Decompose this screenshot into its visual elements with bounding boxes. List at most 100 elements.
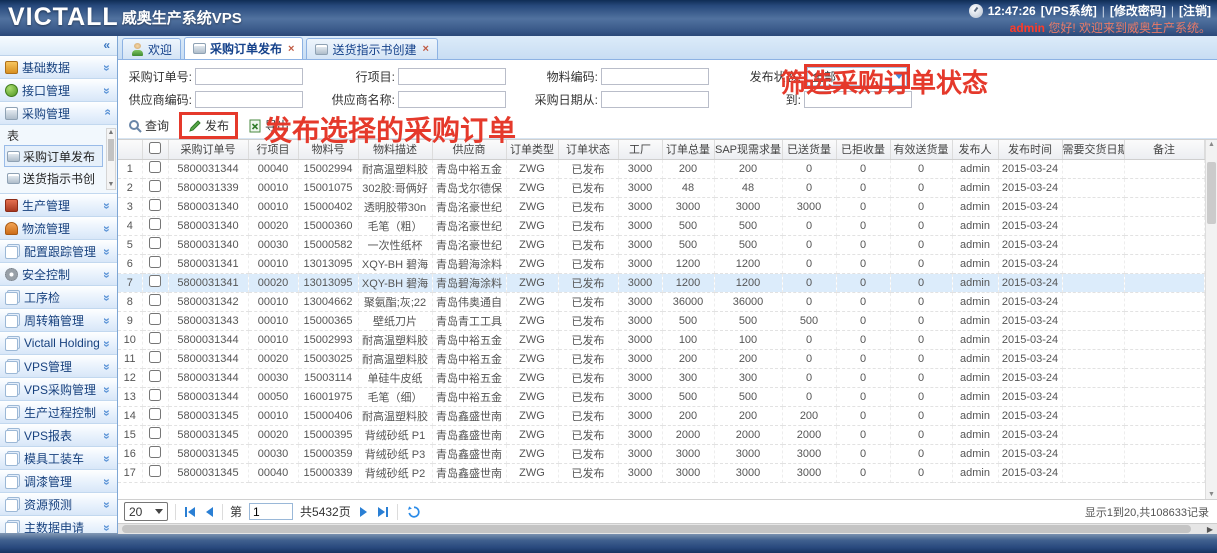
row-checkbox[interactable] <box>149 389 161 401</box>
sidebar-item-4[interactable]: 物流管理» <box>0 217 117 240</box>
sidebar-item-17[interactable]: 主数据申请» <box>0 516 117 533</box>
sidebar-item-7[interactable]: 工序检» <box>0 286 117 309</box>
logout-link[interactable]: [注销] <box>1179 2 1211 19</box>
column-header[interactable]: 需要交货日期 <box>1062 140 1124 159</box>
table-row[interactable]: 1358000313440005016001975毛笔（细）青岛中裕五金ZWG已… <box>118 387 1204 406</box>
sidebar-item-13[interactable]: VPS报表» <box>0 424 117 447</box>
column-header[interactable]: 备注 <box>1124 140 1204 159</box>
table-row[interactable]: 258000313390001015001075302胶:哥俩好青岛戈尔德保ZW… <box>118 178 1204 197</box>
table-row[interactable]: 1658000313450003015000359背绒砂纸 P3青岛鑫盛世南ZW… <box>118 444 1204 463</box>
table-row[interactable]: 1758000313450004015000339背绒砂纸 P2青岛鑫盛世南ZW… <box>118 463 1204 482</box>
submenu-scroll-thumb[interactable] <box>108 139 114 161</box>
sidebar-item-2[interactable]: 采购管理» <box>0 102 117 125</box>
column-header[interactable]: 已拒收量 <box>836 140 890 159</box>
change-password-link[interactable]: [修改密码] <box>1110 2 1166 19</box>
vertical-scrollbar[interactable]: ▲ ▼ <box>1205 140 1217 499</box>
table-row[interactable]: 358000313400001015000402透明胶带30n青岛洺豪世纪ZWG… <box>118 197 1204 216</box>
sidebar-item-9[interactable]: Victall Holding» <box>0 332 117 355</box>
supplier-name-input[interactable] <box>398 91 506 108</box>
row-checkbox[interactable] <box>149 294 161 306</box>
column-header[interactable]: 工厂 <box>618 140 662 159</box>
row-checkbox[interactable] <box>149 256 161 268</box>
sidebar-item-5[interactable]: 配置跟踪管理» <box>0 240 117 263</box>
tab-2[interactable]: 送货指示书创建× <box>306 38 437 59</box>
column-header[interactable]: 有效送货量 <box>890 140 952 159</box>
submenu-item-0[interactable]: 采购订单发布 <box>4 145 103 167</box>
row-checkbox[interactable] <box>149 427 161 439</box>
column-header[interactable]: 发布时间 <box>998 140 1062 159</box>
table-row[interactable]: 1458000313450001015000406耐高温塑料胶青岛鑫盛世南ZWG… <box>118 406 1204 425</box>
tab-close-icon[interactable]: × <box>288 43 294 55</box>
table-row[interactable]: 158000313440004015002994耐高温塑料胶青岛中裕五金ZWG已… <box>118 159 1204 178</box>
sidebar-item-10[interactable]: VPS管理» <box>0 355 117 378</box>
row-checkbox[interactable] <box>149 161 161 173</box>
table-row[interactable]: 1558000313450002015000395背绒砂纸 P1青岛鑫盛世南ZW… <box>118 425 1204 444</box>
row-checkbox[interactable] <box>149 180 161 192</box>
scroll-right-icon[interactable]: ▶ <box>1207 525 1213 534</box>
submenu-item-1[interactable]: 送货指示书创 <box>4 167 103 189</box>
table-row[interactable]: 858000313420001013004662聚氨酯;灰;22青岛伟奥通自ZW… <box>118 292 1204 311</box>
page-number-input[interactable] <box>249 503 293 520</box>
sidebar-item-14[interactable]: 模具工装车» <box>0 447 117 470</box>
sidebar-item-12[interactable]: 生产过程控制» <box>0 401 117 424</box>
select-all-checkbox[interactable] <box>149 142 161 154</box>
table-row[interactable]: 458000313400002015000360毛笔（粗）青岛洺豪世纪ZWG已发… <box>118 216 1204 235</box>
table-row[interactable]: 958000313430001015000365壁纸刀片青岛青工工具ZWG已发布… <box>118 311 1204 330</box>
row-checkbox[interactable] <box>149 446 161 458</box>
column-header[interactable]: 发布人 <box>952 140 998 159</box>
sidebar-item-1[interactable]: 接口管理» <box>0 79 117 102</box>
table-row[interactable]: 1258000313440003015003114单硅牛皮纸青岛中裕五金ZWG已… <box>118 368 1204 387</box>
column-header[interactable]: SAP现需求量 <box>714 140 782 159</box>
material-code-input[interactable] <box>601 68 709 85</box>
table-row[interactable]: 558000313400003015000582一次性纸杯青岛洺豪世纪ZWG已发… <box>118 235 1204 254</box>
row-checkbox[interactable] <box>149 351 161 363</box>
scroll-down-icon[interactable]: ▼ <box>1206 490 1217 499</box>
row-checkbox[interactable] <box>149 313 161 325</box>
sidebar-item-6[interactable]: 安全控制» <box>0 263 117 286</box>
sidebar-item-0[interactable]: 基础数据» <box>0 56 117 79</box>
column-header[interactable]: 采购订单号 <box>168 140 248 159</box>
line-item-input[interactable] <box>398 68 506 85</box>
sidebar-item-15[interactable]: 调漆管理» <box>0 470 117 493</box>
vps-system-link[interactable]: [VPS系统] <box>1041 2 1097 19</box>
table-row[interactable]: 1158000313440002015003025耐高温塑料胶青岛中裕五金ZWG… <box>118 349 1204 368</box>
row-checkbox[interactable] <box>149 465 161 477</box>
supplier-code-input[interactable] <box>195 91 303 108</box>
column-header[interactable]: 已送货量 <box>782 140 836 159</box>
date-from-input[interactable] <box>601 91 709 108</box>
column-header[interactable]: 订单总量 <box>662 140 714 159</box>
scroll-up-icon[interactable]: ▲ <box>1206 140 1217 149</box>
table-row[interactable]: 1058000313440001015002993耐高温塑料胶青岛中裕五金ZWG… <box>118 330 1204 349</box>
next-page-button[interactable] <box>358 505 369 519</box>
row-checkbox[interactable] <box>149 408 161 420</box>
row-checkbox[interactable] <box>149 199 161 211</box>
sidebar-item-3[interactable]: 生产管理» <box>0 194 117 217</box>
po-number-input[interactable] <box>195 68 303 85</box>
sidebar-collapse-button[interactable]: « <box>0 36 117 56</box>
scroll-up-icon[interactable]: ▲ <box>107 129 115 137</box>
scroll-down-icon[interactable]: ▼ <box>107 181 115 189</box>
tab-0[interactable]: 欢迎 <box>122 38 181 59</box>
first-page-button[interactable] <box>183 505 197 519</box>
sidebar-item-16[interactable]: 资源预测» <box>0 493 117 516</box>
row-checkbox[interactable] <box>149 275 161 287</box>
submenu-scrollbar[interactable]: ▲▼ <box>106 128 116 190</box>
sidebar-item-8[interactable]: 周转箱管理» <box>0 309 117 332</box>
column-header[interactable]: 订单状态 <box>558 140 618 159</box>
table-row[interactable]: 758000313410002013013095XQY-BH 碧海青岛碧海涂料Z… <box>118 273 1204 292</box>
last-page-button[interactable] <box>376 505 390 519</box>
refresh-button[interactable] <box>405 503 423 521</box>
publish-button[interactable]: 发布 <box>182 115 235 136</box>
horizontal-scrollbar[interactable]: ▶ <box>118 523 1217 534</box>
tab-1[interactable]: 采购订单发布× <box>184 37 303 59</box>
table-row[interactable]: 658000313410001013013095XQY-BH 碧海青岛碧海涂料Z… <box>118 254 1204 273</box>
row-checkbox[interactable] <box>149 218 161 230</box>
page-size-select[interactable]: 20 <box>124 502 168 521</box>
row-checkbox[interactable] <box>149 237 161 249</box>
vertical-scroll-thumb[interactable] <box>1207 162 1216 224</box>
horizontal-scroll-thumb[interactable] <box>122 525 1191 533</box>
query-button[interactable]: 查询 <box>122 115 175 136</box>
row-checkbox[interactable] <box>149 370 161 382</box>
row-checkbox[interactable] <box>149 332 161 344</box>
sidebar-item-11[interactable]: VPS采购管理» <box>0 378 117 401</box>
